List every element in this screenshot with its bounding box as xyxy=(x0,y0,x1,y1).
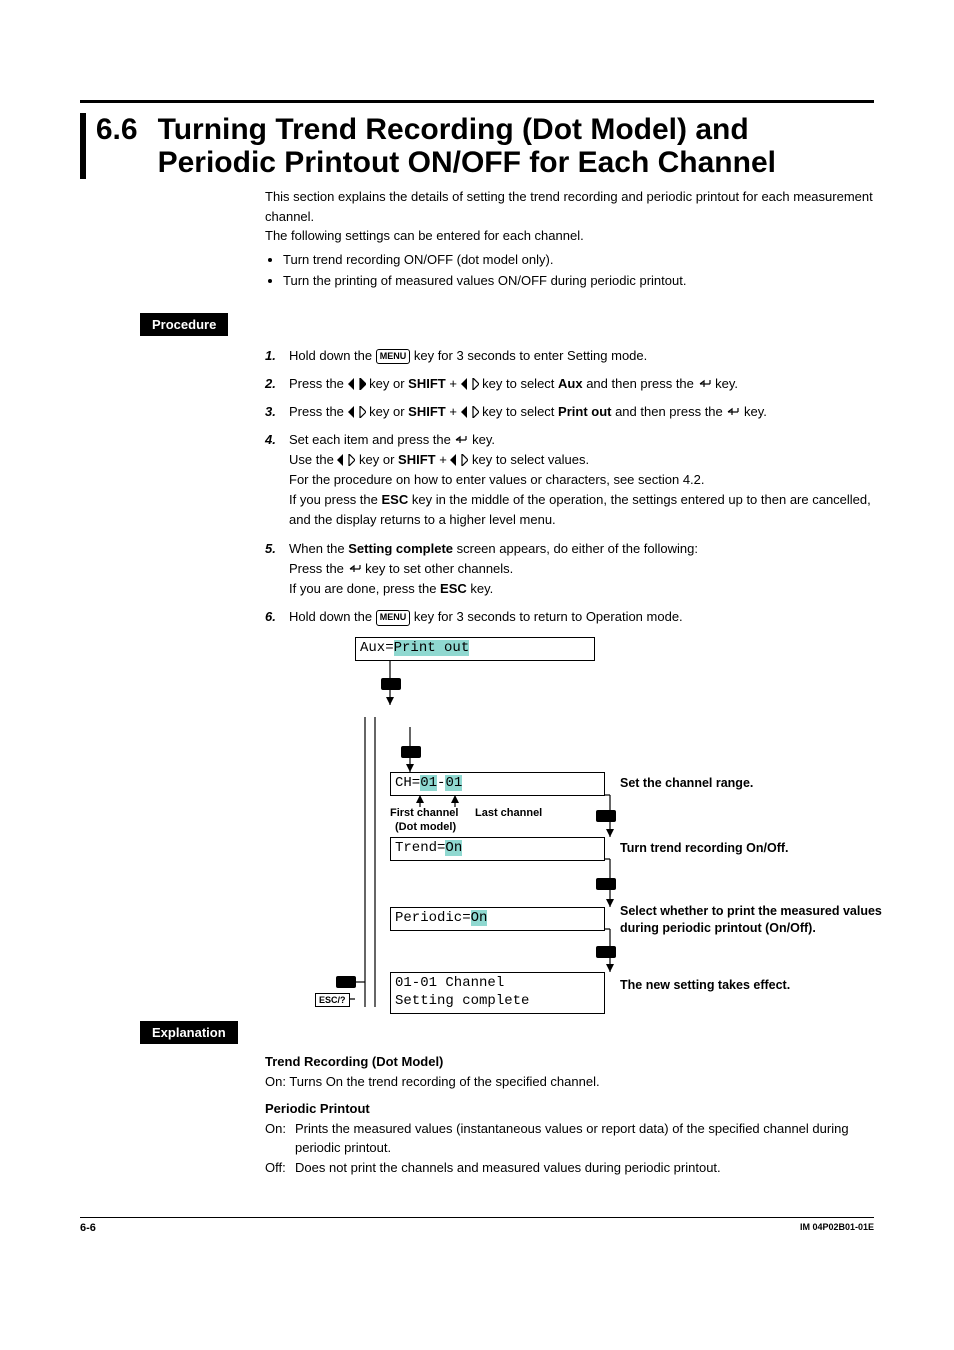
page-number: 6-6 xyxy=(80,1222,96,1234)
section-header: 6.6 Turning Trend Recording (Dot Model) … xyxy=(80,100,874,179)
menu-flow-diagram: Set=Aux Aux=Print out CH=01-01 First cha… xyxy=(260,637,874,1017)
step-2: 2. Press the key or SHIFT + key to selec… xyxy=(265,374,874,394)
intro-bullet-1: Turn trend recording ON/OFF (dot model o… xyxy=(283,250,874,270)
enter-key-icon xyxy=(595,877,617,894)
enter-key-icon xyxy=(400,745,422,762)
expl-trend-on: On: Turns On the trend recording of the … xyxy=(265,1072,874,1092)
enter-key-icon xyxy=(454,435,468,445)
enter-key-icon xyxy=(595,945,617,962)
procedure-heading: Procedure xyxy=(140,313,228,336)
note-dot-model: (Dot model) xyxy=(395,821,456,834)
section-number: 6.6 xyxy=(96,113,138,146)
menu-key-icon: MENU xyxy=(376,610,411,626)
updown-icon xyxy=(348,406,366,418)
intro-text: This section explains the details of set… xyxy=(265,187,874,291)
page-footer: 6-6 IM 04P02B01-01E xyxy=(80,1217,874,1234)
lcd-periodic: Periodic=On xyxy=(390,907,605,931)
explanation-heading: Explanation xyxy=(140,1021,238,1044)
menu-key-icon: MENU xyxy=(376,349,411,365)
note-last-channel: Last channel xyxy=(475,807,542,820)
lcd-aux-printout: Aux=Print out xyxy=(355,637,595,661)
expl-periodic-on: On: Prints the measured values (instanta… xyxy=(265,1119,874,1158)
enter-key-icon xyxy=(726,407,740,417)
intro-bullet-2: Turn the printing of measured values ON/… xyxy=(283,271,874,291)
note-first-channel: First channel xyxy=(390,807,458,820)
doc-id: IM 04P02B01-01E xyxy=(800,1222,874,1234)
procedure-body: 1. Hold down the MENU key for 3 seconds … xyxy=(265,346,874,628)
step-6: 6. Hold down the MENU key for 3 seconds … xyxy=(265,607,874,627)
lcd-complete: 01-01 Channel Setting complete xyxy=(390,972,605,1014)
section-bar xyxy=(80,113,86,179)
explanation-body: Trend Recording (Dot Model) On: Turns On… xyxy=(265,1052,874,1177)
updown-icon xyxy=(461,378,479,390)
enter-key-icon xyxy=(380,677,402,694)
step-5: 5. When the Setting complete screen appe… xyxy=(265,539,874,599)
updown-icon xyxy=(337,454,355,466)
updown-icon xyxy=(461,406,479,418)
expl-periodic-off: Off: Does not print the channels and mea… xyxy=(265,1158,874,1178)
label-channel-range: Set the channel range. xyxy=(620,775,753,792)
label-done: The new setting takes effect. xyxy=(620,977,790,994)
updown-icon xyxy=(348,378,366,390)
step-1: 1. Hold down the MENU key for 3 seconds … xyxy=(265,346,874,366)
lcd-ch-range: CH=01-01 xyxy=(390,772,605,796)
diagram-connectors xyxy=(260,637,874,1017)
enter-key-icon xyxy=(348,564,362,574)
esc-key-box: ESC/? xyxy=(315,993,350,1007)
intro-p1: This section explains the details of set… xyxy=(265,187,874,226)
enter-key-icon xyxy=(595,809,617,826)
intro-p2: The following settings can be entered fo… xyxy=(265,226,874,246)
enter-key-icon xyxy=(335,975,357,992)
updown-icon xyxy=(450,454,468,466)
expl-periodic-heading: Periodic Printout xyxy=(265,1099,874,1119)
expl-trend-heading: Trend Recording (Dot Model) xyxy=(265,1052,874,1072)
label-trend: Turn trend recording On/Off. xyxy=(620,840,789,857)
label-periodic: Select whether to print the measured val… xyxy=(620,903,900,937)
enter-key-icon xyxy=(698,379,712,389)
lcd-trend: Trend=On xyxy=(390,837,605,861)
section-title: Turning Trend Recording (Dot Model) and … xyxy=(158,113,874,179)
step-3: 3. Press the key or SHIFT + key to selec… xyxy=(265,402,874,422)
step-4: 4. Set each item and press the key. Use … xyxy=(265,430,874,531)
